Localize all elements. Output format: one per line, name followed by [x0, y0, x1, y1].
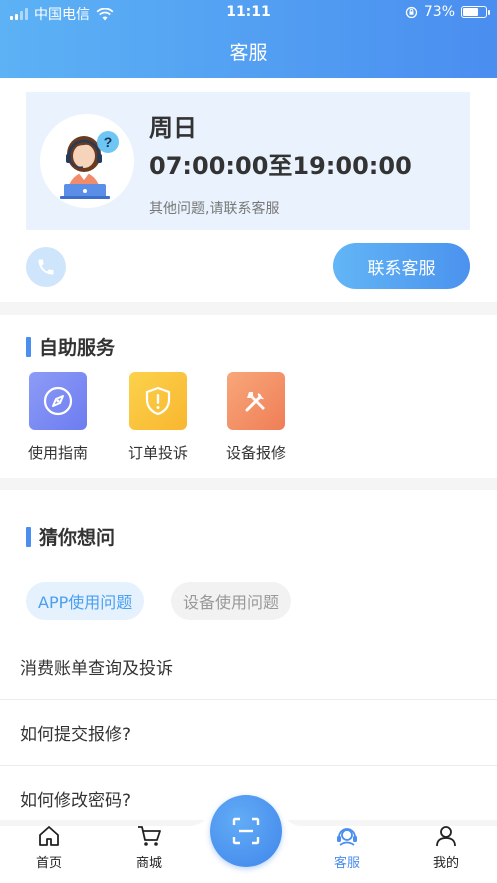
self-service-title: 自助服务: [26, 333, 115, 360]
self-service-section: 自助服务 使用指南 订单投诉 设备报修: [0, 315, 497, 478]
service-day: 周日: [149, 114, 197, 142]
header: 中国电信 11:11 73% 客服: [0, 0, 497, 78]
section-accent-bar: [26, 526, 31, 547]
faq-question-item[interactable]: 消费账单查询及投诉: [0, 634, 497, 700]
self-service-title-text: 自助服务: [39, 337, 116, 359]
compass-icon: [29, 372, 87, 430]
faq-question-item[interactable]: 如何提交报修?: [0, 700, 497, 766]
tab-device-issues[interactable]: 设备使用问题: [171, 582, 292, 620]
nav-service-label: 客服: [333, 856, 360, 871]
nav-mine-label: 我的: [432, 856, 459, 871]
tools-icon: [227, 372, 285, 430]
service-device-repair[interactable]: 设备报修: [216, 372, 296, 463]
nav-home[interactable]: 首页: [19, 822, 79, 871]
customer-service-avatar: ?: [40, 114, 134, 208]
scan-icon: [232, 817, 260, 845]
rotation-lock-icon: [405, 6, 418, 18]
phone-button[interactable]: [26, 247, 66, 287]
headset-icon: [337, 828, 357, 846]
service-time-range: 07:00:00至19:00:00: [149, 152, 412, 180]
contact-service-button[interactable]: 联系客服: [333, 243, 470, 289]
tab-app-issues[interactable]: APP使用问题: [26, 582, 145, 620]
service-device-repair-label: 设备报修: [225, 444, 286, 462]
battery-percent: 73%: [423, 4, 455, 20]
nav-home-label: 首页: [35, 856, 62, 871]
bottom-navigation: 首页 商城 客服 我的: [0, 795, 497, 883]
user-icon: [436, 826, 456, 847]
faq-title: 猜你想问: [26, 523, 115, 550]
nav-mall-label: 商城: [135, 856, 162, 871]
shield-alert-icon: [129, 372, 187, 430]
section-accent-bar: [26, 336, 31, 357]
battery-icon: [461, 6, 490, 18]
service-usage-guide-label: 使用指南: [27, 444, 88, 462]
home-icon: [39, 826, 59, 846]
service-order-complaint[interactable]: 订单投诉: [118, 372, 198, 463]
page-title: 客服: [229, 42, 268, 64]
phone-icon: [38, 259, 54, 275]
service-hours-panel: ? 周日 07:00:00至19:00:00 其他问题,请联系客服: [26, 92, 470, 230]
nav-mine[interactable]: 我的: [416, 822, 476, 871]
service-note: 其他问题,请联系客服: [149, 201, 280, 217]
scan-button[interactable]: [210, 795, 282, 867]
status-bar: 中国电信 11:11 73%: [0, 0, 497, 26]
nav-mall[interactable]: 商城: [119, 822, 179, 871]
service-order-complaint-label: 订单投诉: [127, 444, 188, 462]
service-usage-guide[interactable]: 使用指南: [18, 372, 98, 463]
faq-section: 猜你想问 APP使用问题 设备使用问题 消费账单查询及投诉 如何提交报修? 如何…: [0, 490, 497, 832]
svg-text:?: ?: [104, 134, 113, 150]
nav-service[interactable]: 客服: [317, 822, 377, 871]
faq-title-text: 猜你想问: [39, 527, 116, 549]
service-hours-card: ? 周日 07:00:00至19:00:00 其他问题,请联系客服 联系客服: [0, 78, 497, 302]
cart-icon: [138, 826, 161, 846]
